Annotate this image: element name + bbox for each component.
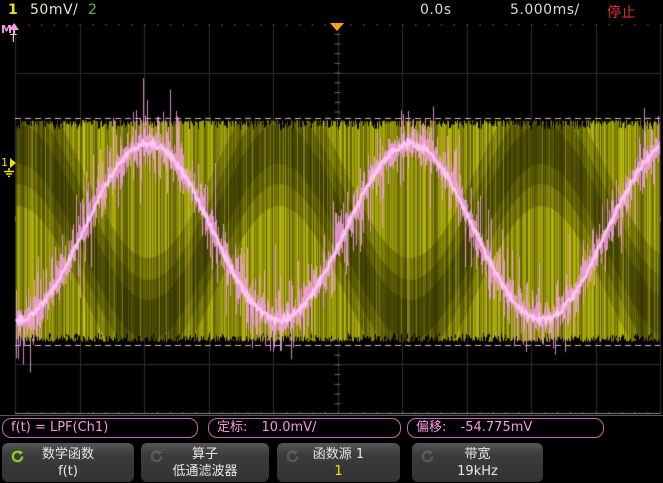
softkey-value: 1 <box>277 463 400 480</box>
math-function-readout: f(t) = LPF(Ch1) <box>2 418 198 438</box>
softkey-function-source[interactable]: 函数源 1 1 <box>277 443 400 482</box>
status-bar: 1 50mV/ 2 0.0s 5.000ms/ 停止 <box>0 0 663 22</box>
channel1-badge[interactable]: 1 <box>8 2 18 18</box>
softkey-label: 数学函数 <box>42 447 94 462</box>
offset-label: 偏移: <box>416 420 446 435</box>
softkey-label: 函数源 1 <box>313 447 364 462</box>
waveform-display: M T 1 <box>0 22 663 415</box>
cycle-icon <box>149 449 164 464</box>
timebase-readout: 5.000ms/ <box>510 2 580 18</box>
measurement-readout-bar: f(t) = LPF(Ch1) 定标: 10.0mV/ 偏移: -54.775m… <box>0 415 663 440</box>
softkey-menu-bar: 数学函数 f(t) 算子 低通滤波器 函数源 1 1 带宽 19 <box>0 441 663 483</box>
softkey-value: 低通滤波器 <box>141 463 269 480</box>
math-offset-readout: 偏移: -54.775mV <box>407 418 604 438</box>
softkey-label: 算子 <box>192 447 218 462</box>
softkey-label: 带宽 <box>464 447 490 462</box>
trigger-position-marker[interactable] <box>330 23 344 31</box>
softkey-operator[interactable]: 算子 低通滤波器 <box>141 443 269 482</box>
cycle-icon <box>285 449 300 464</box>
channel1-ground-marker[interactable]: 1 <box>1 156 17 169</box>
softkey-math-function[interactable]: 数学函数 f(t) <box>2 443 134 482</box>
math-scale-readout: 定标: 10.0mV/ <box>208 418 401 438</box>
oscilloscope-screen: 1 50mV/ 2 0.0s 5.000ms/ 停止 M T 1 <box>0 0 663 483</box>
offset-value: -54.775mV <box>461 420 533 435</box>
scale-label: 定标: <box>217 420 247 435</box>
run-state-badge: 停止 <box>607 2 636 22</box>
softkey-bandwidth[interactable]: 带宽 19kHz <box>412 443 543 482</box>
softkey-value: f(t) <box>2 463 134 480</box>
channel2-badge[interactable]: 2 <box>88 2 97 18</box>
trigger-level-label: T <box>10 34 17 44</box>
cycle-icon <box>10 449 25 464</box>
horizontal-delay: 0.0s <box>420 2 452 18</box>
arrow-right-icon <box>10 158 16 168</box>
waveform-canvas <box>0 22 663 415</box>
cycle-icon <box>420 449 435 464</box>
scale-value: 10.0mV/ <box>262 420 317 435</box>
ground-icon <box>3 168 15 177</box>
channel1-scale[interactable]: 50mV/ <box>30 2 78 18</box>
softkey-value: 19kHz <box>412 463 543 480</box>
math-function-text: f(t) = LPF(Ch1) <box>11 420 108 435</box>
